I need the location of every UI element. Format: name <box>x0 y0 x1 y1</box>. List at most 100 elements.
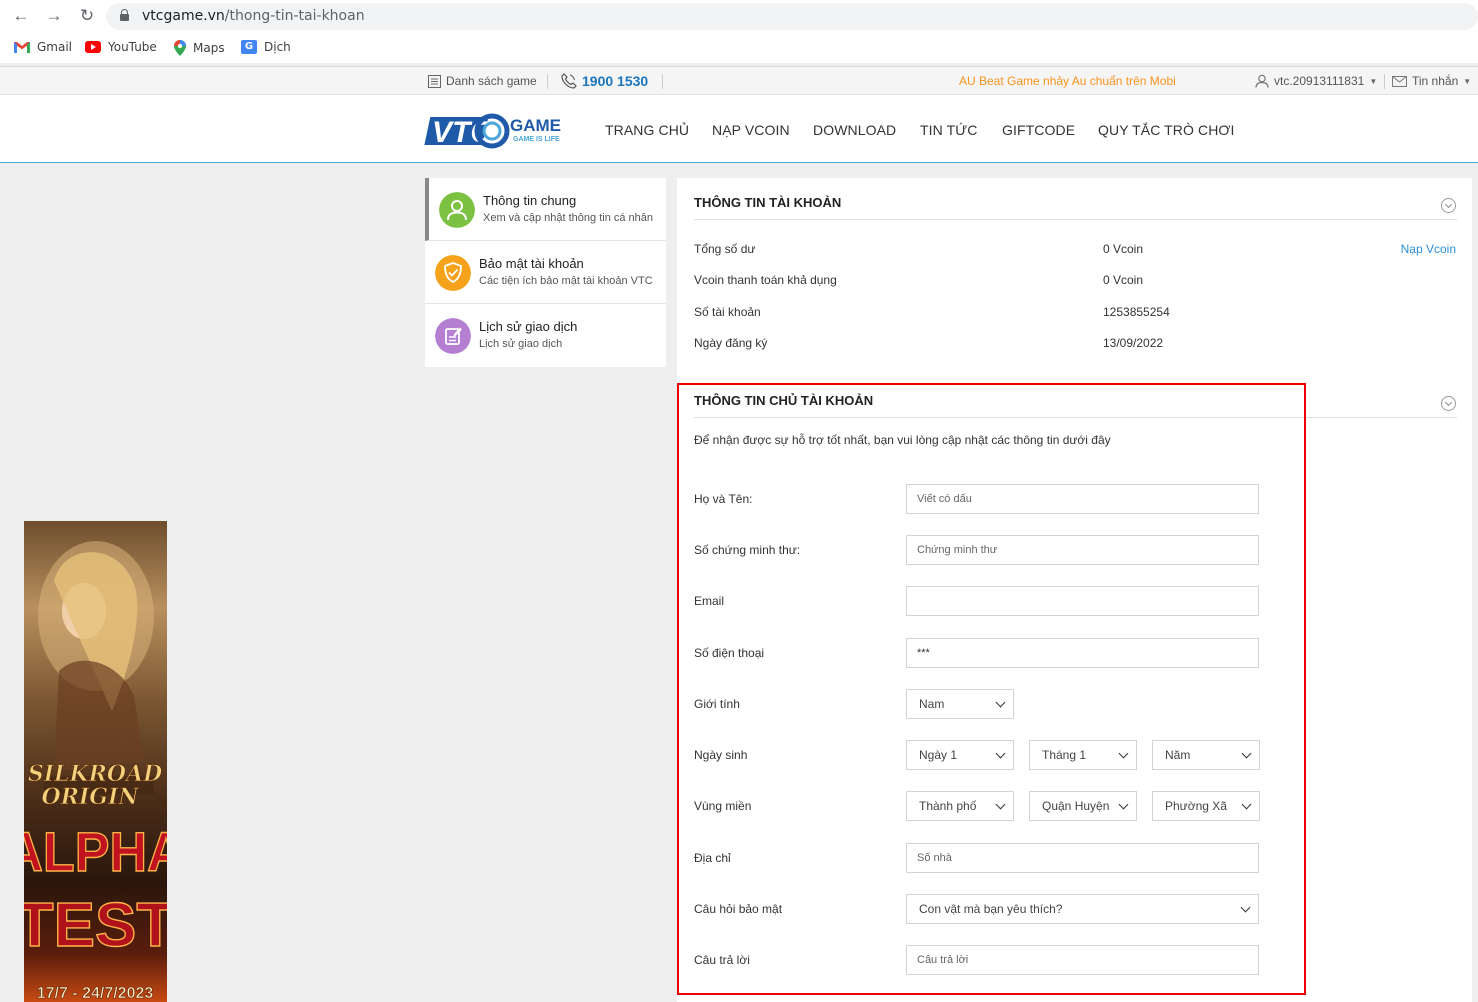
city-value: Thành phố <box>919 799 977 813</box>
bookmark-maps[interactable]: Maps <box>174 40 225 56</box>
account-number-value: 1253855254 <box>1103 305 1170 319</box>
answer-input[interactable] <box>906 945 1259 975</box>
security-question-select[interactable]: Con vật mà bạn yêu thích? <box>906 894 1259 924</box>
promo-link[interactable]: AU Beat Game nhảy Au chuẩn trên Mobi <box>959 74 1176 88</box>
nav-game-rules[interactable]: QUY TẮC TRÒ CHƠI <box>1098 122 1235 138</box>
svg-text:GAME: GAME <box>510 116 561 135</box>
sidebar-item-transaction-history[interactable]: Lịch sử giao dịch Lịch sử giao dịch <box>425 304 666 367</box>
birth-year-select[interactable]: Năm <box>1152 740 1260 770</box>
fullname-input[interactable] <box>906 484 1259 514</box>
city-select[interactable]: Thành phố <box>906 791 1014 821</box>
security-question-value: Con vật mà bạn yêu thích? <box>919 902 1063 916</box>
owner-info-title: THÔNG TIN CHỦ TÀI KHOẢN <box>694 393 874 408</box>
divider <box>662 74 663 89</box>
account-number-label: Số tài khoản <box>694 305 761 319</box>
translate-icon: G <box>241 40 257 54</box>
forward-arrow-icon[interactable]: → <box>44 6 64 26</box>
svg-text:GAME IS LIFE: GAME IS LIFE <box>513 136 560 143</box>
bookmark-label: Gmail <box>37 40 73 54</box>
birth-day-value: Ngày 1 <box>919 748 958 762</box>
birthday-label: Ngày sinh <box>694 748 748 762</box>
gender-label: Giới tính <box>694 697 740 711</box>
topup-vcoin-link[interactable]: Nạp Vcoin <box>1401 242 1456 256</box>
svg-text:17/7 - 24/7/2023: 17/7 - 24/7/2023 <box>37 985 154 1002</box>
phone-label: Số điện thoại <box>694 646 765 660</box>
nav-news[interactable]: TIN TỨC <box>920 122 978 138</box>
birth-month-value: Tháng 1 <box>1042 748 1087 762</box>
bookmark-label: Dịch <box>264 40 291 54</box>
phone-input[interactable] <box>906 638 1259 668</box>
account-info-title: THÔNG TIN TÀI KHOẢN <box>694 195 842 210</box>
district-select[interactable]: Quận Huyện <box>1029 791 1137 821</box>
id-card-label: Số chứng minh thư: <box>694 543 801 557</box>
lock-icon <box>120 9 129 21</box>
collapse-chevron-icon[interactable] <box>1441 198 1456 213</box>
total-balance-label: Tổng số dư <box>694 242 756 256</box>
messages-menu[interactable]: Tin nhắn ▼ <box>1392 74 1471 88</box>
ward-value: Phường Xã <box>1165 799 1227 813</box>
url-input[interactable]: vtcgame.vn/thong-tin-tai-khoan <box>106 3 1478 30</box>
account-main-panel: THÔNG TIN TÀI KHOẢN Tổng số dư 0 Vcoin N… <box>677 178 1472 1002</box>
user-icon <box>1255 74 1269 88</box>
svg-text:TEST: TEST <box>24 891 167 960</box>
gmail-icon <box>14 42 30 53</box>
hotline[interactable]: 1900 1530 <box>561 73 648 89</box>
bookmark-gmail[interactable]: Gmail <box>14 40 72 54</box>
available-vcoin-value: 0 Vcoin <box>1103 273 1144 287</box>
bookmark-label: YouTube <box>108 40 157 54</box>
fullname-label: Họ và Tên: <box>694 492 753 506</box>
nav-topup-vcoin[interactable]: NẠP VCOIN <box>712 122 790 138</box>
edit-icon <box>435 318 471 354</box>
sidebar-item-security[interactable]: Bảo mật tài khoản Các tiện ích bảo mật t… <box>425 241 666 304</box>
phone-icon <box>561 73 577 89</box>
site-topbar: Danh sách game 1900 1530 AU Beat Game nh… <box>0 67 1478 95</box>
back-arrow-icon[interactable]: ← <box>11 6 31 26</box>
gender-select[interactable]: Nam <box>906 689 1014 719</box>
collapse-chevron-icon[interactable] <box>1441 396 1456 411</box>
chevron-down-icon <box>1241 748 1252 759</box>
reload-icon[interactable]: ↻ <box>77 6 97 26</box>
youtube-icon <box>85 41 101 53</box>
user-menu[interactable]: vtc.20913111831 ▼ <box>1255 74 1377 88</box>
bookmark-translate[interactable]: G Dịch <box>241 40 291 54</box>
email-input[interactable] <box>906 586 1259 616</box>
bookmark-youtube[interactable]: YouTube <box>85 40 157 54</box>
caret-down-icon: ▼ <box>1463 76 1472 86</box>
url-text: vtcgame.vn/thong-tin-tai-khoan <box>142 8 365 24</box>
chevron-down-icon <box>995 748 1006 759</box>
hotline-number: 1900 1530 <box>582 73 649 89</box>
owner-info-description: Để nhận được sự hỗ trợ tốt nhất, bạn vui… <box>694 433 1111 447</box>
chevron-down-icon <box>995 697 1006 708</box>
birth-month-select[interactable]: Tháng 1 <box>1029 740 1137 770</box>
available-vcoin-label: Vcoin thanh toán khả dụng <box>694 273 837 287</box>
nav-home[interactable]: TRANG CHỦ <box>605 122 689 138</box>
chevron-down-icon <box>1118 748 1129 759</box>
birth-day-select[interactable]: Ngày 1 <box>906 740 1014 770</box>
id-card-input[interactable] <box>906 535 1259 565</box>
chevron-down-icon <box>1241 799 1252 810</box>
caret-down-icon: ▼ <box>1369 76 1378 86</box>
game-list-link[interactable]: Danh sách game <box>428 74 537 88</box>
nav-giftcode[interactable]: GIFTCODE <box>1002 122 1075 138</box>
district-value: Quận Huyện <box>1042 799 1110 813</box>
maps-icon <box>174 40 186 56</box>
total-balance-value: 0 Vcoin <box>1103 242 1144 256</box>
ad-banner-silkroad[interactable]: SILKROAD ORIGIN ALPHA TEST 17/7 - 24/7/2… <box>24 521 167 1002</box>
sidebar-item-title: Lịch sử giao dịch <box>479 319 578 334</box>
security-question-label: Câu hỏi bảo mật <box>694 902 783 916</box>
divider <box>1384 74 1385 89</box>
account-sidebar: Thông tin chung Xem và cập nhật thông ti… <box>425 178 666 367</box>
site-header: VTC GAME GAME IS LIFE TRANG CHỦ NẠP VCOI… <box>0 95 1478 163</box>
vtc-game-logo[interactable]: VTC GAME GAME IS LIFE <box>424 109 574 151</box>
bookmark-label: Maps <box>193 41 225 55</box>
sidebar-item-subtitle: Lịch sử giao dịch <box>479 338 563 350</box>
ward-select[interactable]: Phường Xã <box>1152 791 1260 821</box>
sidebar-item-title: Bảo mật tài khoản <box>479 256 584 271</box>
register-date-value: 13/09/2022 <box>1103 336 1164 350</box>
sidebar-item-title: Thông tin chung <box>483 193 577 208</box>
address-input[interactable] <box>906 843 1259 873</box>
sidebar-item-subtitle: Các tiện ích bảo mật tài khoản VTC <box>479 275 653 287</box>
birth-year-value: Năm <box>1165 748 1191 762</box>
sidebar-item-general-info[interactable]: Thông tin chung Xem và cập nhật thông ti… <box>425 178 666 241</box>
nav-download[interactable]: DOWNLOAD <box>813 122 896 138</box>
